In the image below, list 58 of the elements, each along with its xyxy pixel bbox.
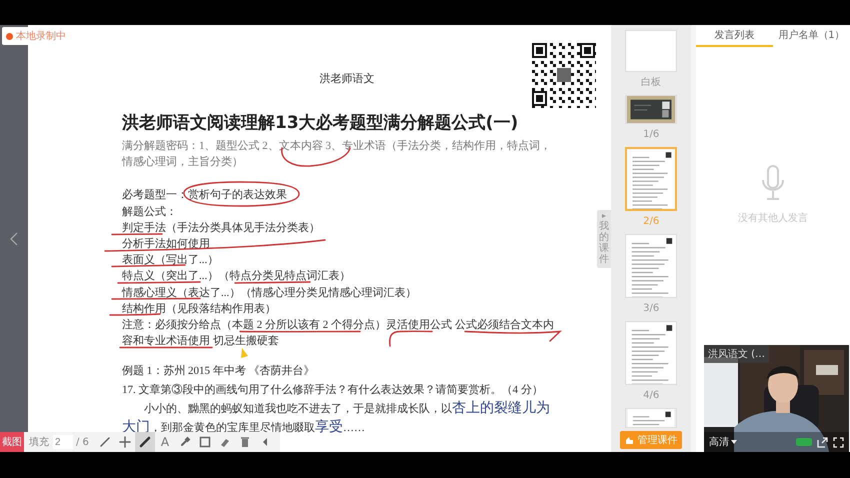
microphone-icon xyxy=(760,165,786,201)
page-thumbnail[interactable] xyxy=(625,321,678,385)
collapse-icon[interactable] xyxy=(260,436,269,448)
courseware-tab[interactable]: 我的课件 xyxy=(596,210,611,268)
text-line: 情感心理词，主旨分类） xyxy=(122,156,243,168)
marker-icon[interactable] xyxy=(178,436,191,448)
whiteboard-thumbnail[interactable] xyxy=(625,30,678,72)
text-tool[interactable]: A xyxy=(160,435,170,449)
page-total: / 6 xyxy=(76,436,89,448)
rectangle-icon[interactable] xyxy=(198,436,211,448)
eraser-icon[interactable] xyxy=(218,436,231,448)
trash-icon[interactable] xyxy=(238,436,251,448)
page-thumbnail[interactable] xyxy=(625,234,678,298)
move-icon[interactable] xyxy=(118,436,131,448)
text-line: 解题公式： xyxy=(122,206,177,218)
text-line: 容和专业术语使用 切忌生搬硬套 xyxy=(122,335,279,348)
fullscreen-icon[interactable] xyxy=(832,436,844,448)
page-label: 4/6 xyxy=(643,390,660,402)
text-line: 例题 1：苏州 2015 年中考 《杏荫井台》 xyxy=(122,365,314,378)
text-line: 注意：必须按分给点（本题 2 分所以该有 2 个得分点）灵活使用公式 公式必须结合文本内 xyxy=(122,318,554,331)
text-line: 分析手法如何使用 xyxy=(122,238,210,250)
text-line: 满分解题密码：1、题型公式 2、文本内容 3、专业术语（手法分类，结构作用，特点词， xyxy=(122,140,551,152)
text-line: 17. 文章第③段中的画线句用了什么修辞手法？有什么表达效果？请简要赏析。（4 分） xyxy=(122,384,543,396)
quality-dropdown[interactable]: 高清 xyxy=(708,435,737,449)
page-header: 洪老师语文 xyxy=(318,72,376,86)
empty-message: 没有其他人发言 xyxy=(738,212,808,225)
pen-cursor-icon xyxy=(241,348,248,358)
page-label: 填充 xyxy=(29,436,49,449)
external-link-icon[interactable] xyxy=(816,436,828,448)
brush-tool[interactable] xyxy=(134,432,155,452)
text-line: 小小的、黝黑的蚂蚁知道我也吃不进去了，于是就排成长队，以 xyxy=(143,403,452,416)
text-line: 判定手法（手法分类具体见手法分类表） xyxy=(122,222,320,234)
text-line: …… xyxy=(343,422,365,434)
signal-badge-icon xyxy=(796,438,812,446)
hand-icon xyxy=(625,436,634,444)
recording-dot xyxy=(6,32,13,40)
recording-status: 本地录制中 xyxy=(16,30,66,43)
handwritten-text: 杏上的裂缝儿为 xyxy=(452,400,550,416)
end-button[interactable]: 截图 xyxy=(0,432,24,452)
video-name-label: 洪风语文 (… xyxy=(704,345,769,363)
brush-icon[interactable] xyxy=(138,436,151,448)
text-line: 特点义（突出了...）（特点分类见特点词汇表） xyxy=(122,270,350,282)
text-line: 表面义（写出了...） xyxy=(122,254,218,266)
page-label: 白板 xyxy=(641,77,662,89)
pencil-icon[interactable] xyxy=(98,436,111,448)
page-label: 1/6 xyxy=(643,129,660,141)
page-thumbnail[interactable] xyxy=(625,408,678,428)
document-title: 洪老师语文阅读理解13大必考题型满分解题公式(一) xyxy=(122,112,520,134)
text-line: 必考题型一：赏析句子的表达效果 xyxy=(122,189,287,202)
page-label: 2/6 xyxy=(643,216,660,228)
text-line: 情感心理义（表达了...）（情感心理分类见情感心理词汇表） xyxy=(122,286,416,298)
handwritten-text: 享受 xyxy=(315,418,343,435)
page-input[interactable]: 2 xyxy=(53,435,73,449)
page-label: 3/6 xyxy=(643,303,660,315)
manage-courseware-button[interactable]: 管理课件 xyxy=(620,431,682,449)
text-line: 结构作用（见段落结构作用表） xyxy=(122,302,276,315)
page-thumbnail[interactable] xyxy=(625,147,678,211)
caret-icon xyxy=(730,440,737,444)
